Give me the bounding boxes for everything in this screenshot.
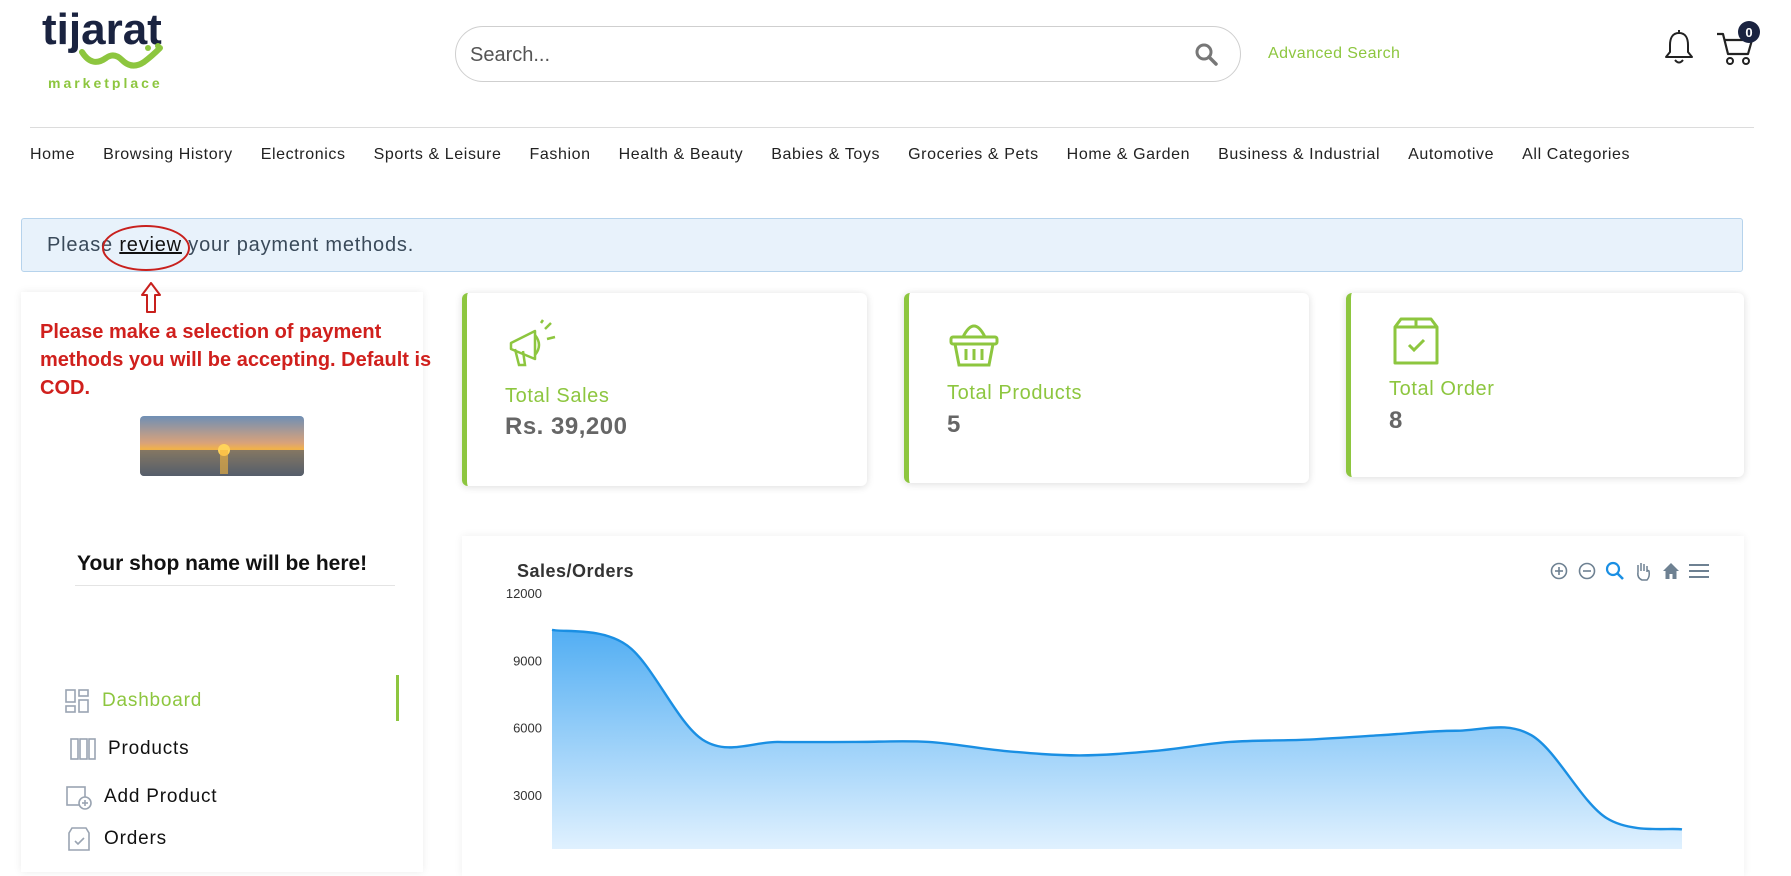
zoom-select-icon[interactable] [1605, 561, 1625, 581]
shop-name-divider [75, 585, 395, 586]
stat-label: Total Sales [505, 385, 610, 407]
nav-automotive[interactable]: Automotive [1408, 146, 1494, 164]
stat-label: Total Products [947, 382, 1083, 404]
nav-groceries-pets[interactable]: Groceries & Pets [908, 146, 1039, 164]
menu-icon[interactable] [1689, 561, 1709, 581]
basket-icon [947, 317, 1001, 371]
sidebar-item-products[interactable]: Products [70, 736, 189, 762]
sidebar-item-orders[interactable]: Orders [66, 826, 167, 852]
shop-banner-image [140, 416, 304, 476]
dashboard-icon [65, 689, 89, 713]
annotation-note: Please make a selection of payment metho… [40, 321, 432, 399]
nav-all-categories[interactable]: All Categories [1522, 146, 1630, 164]
nav-health-beauty[interactable]: Health & Beauty [619, 146, 744, 164]
nav-home[interactable]: Home [30, 146, 75, 164]
cart-count-badge: 0 [1738, 21, 1760, 43]
nav-business-industrial[interactable]: Business & Industrial [1218, 146, 1380, 164]
logo-wordmark: tijarat [42, 5, 162, 54]
y-tick-label: 6000 [513, 721, 542, 736]
sidebar-item-add-product[interactable]: Add Product [66, 784, 217, 810]
nav-electronics[interactable]: Electronics [261, 146, 346, 164]
y-tick-label: 9000 [513, 653, 542, 668]
nav-fashion[interactable]: Fashion [529, 146, 590, 164]
sidebar-item-label: Add Product [104, 786, 218, 807]
logo-subtext: marketplace [48, 75, 163, 90]
stat-card-total-products: Total Products 5 [904, 293, 1309, 483]
box-icon [1389, 315, 1443, 369]
bell-icon[interactable] [1664, 30, 1694, 66]
payment-alert: Please review your payment methods. [21, 218, 1743, 272]
stat-value: 5 [947, 411, 961, 438]
sidebar-item-label: Orders [104, 828, 167, 849]
products-icon [70, 738, 96, 760]
search-input[interactable] [468, 35, 1162, 75]
active-indicator [396, 675, 399, 721]
sidebar-item-label: Dashboard [102, 690, 203, 711]
tijarat-logo[interactable]: tijarat marketplace [42, 4, 192, 91]
chart-toolbar [1549, 561, 1709, 581]
megaphone-icon [505, 319, 559, 373]
sales-area-chart: 12000 9000 6000 3000 [506, 586, 1683, 849]
category-nav: Home Browsing History Electronics Sports… [30, 146, 1658, 164]
shop-name: Your shop name will be here! [77, 552, 368, 575]
zoom-out-icon[interactable] [1577, 561, 1597, 581]
orders-icon [68, 827, 90, 851]
nav-home-garden[interactable]: Home & Garden [1067, 146, 1190, 164]
stat-card-total-sales: Total Sales Rs. 39,200 [462, 293, 867, 486]
advanced-search-link[interactable]: Advanced Search [1268, 45, 1400, 63]
zoom-in-icon[interactable] [1549, 561, 1569, 581]
sidebar-item-label: Products [108, 738, 190, 759]
chart-title: Sales/Orders [517, 561, 635, 581]
search-icon[interactable] [1194, 42, 1218, 66]
chart-area-fill [552, 629, 1682, 849]
nav-browsing-history[interactable]: Browsing History [103, 146, 233, 164]
nav-babies-toys[interactable]: Babies & Toys [771, 146, 880, 164]
add-product-icon [66, 786, 92, 810]
home-icon[interactable] [1661, 561, 1681, 581]
sidebar-item-dashboard[interactable]: Dashboard [64, 688, 202, 714]
annotation-circle [102, 225, 190, 271]
pan-icon[interactable] [1633, 561, 1653, 581]
stat-value: Rs. 39,200 [505, 413, 628, 440]
nav-sports-leisure[interactable]: Sports & Leisure [374, 146, 502, 164]
up-arrow-icon [140, 282, 162, 314]
y-tick-label: 12000 [506, 586, 542, 601]
y-tick-label: 3000 [513, 788, 542, 803]
stat-label: Total Order [1389, 378, 1495, 400]
stat-card-total-order: Total Order 8 [1346, 293, 1744, 477]
stat-value: 8 [1389, 407, 1403, 434]
search-bar [455, 26, 1241, 82]
header-divider [30, 127, 1754, 128]
